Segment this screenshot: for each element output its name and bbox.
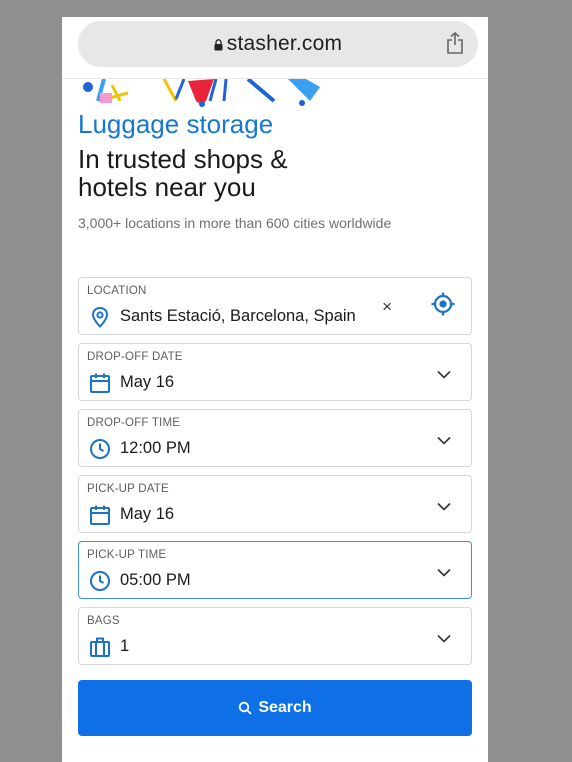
chevron-down-icon	[437, 630, 451, 648]
briefcase-icon	[89, 636, 111, 658]
pickup-date-field[interactable]: PICK-UP DATE May 16	[78, 475, 472, 533]
pickup-date-value: May 16	[120, 505, 175, 523]
bags-value: 1	[120, 637, 130, 655]
headline-line-2: hotels near you	[78, 172, 256, 202]
dropoff-time-value: 12:00 PM	[120, 439, 191, 457]
search-button-label: Search	[258, 699, 312, 716]
clock-icon	[89, 438, 111, 460]
search-icon	[238, 701, 252, 715]
pickup-time-label: PICK-UP TIME	[87, 549, 167, 561]
brand-title: Luggage storage	[78, 109, 274, 139]
clock-icon	[89, 570, 111, 592]
phone-viewport: stasher.com Luggage storage In trusted s…	[62, 17, 488, 762]
crosshair-icon	[430, 291, 456, 322]
url-display[interactable]: stasher.com	[78, 21, 478, 67]
pickup-time-value: 05:00 PM	[120, 571, 191, 589]
search-button[interactable]: Search	[78, 680, 472, 736]
location-field[interactable]: LOCATION Sants Estació, Barcelona, Spain…	[78, 277, 415, 335]
headline-line-1: In trusted shops &	[78, 144, 288, 174]
dropoff-date-label: DROP-OFF DATE	[87, 351, 183, 363]
calendar-icon	[89, 372, 111, 394]
calendar-icon	[89, 504, 111, 526]
bags-label: BAGS	[87, 615, 120, 627]
chevron-down-icon	[437, 366, 451, 384]
location-label: LOCATION	[87, 285, 147, 297]
chevron-down-icon	[437, 498, 451, 516]
dropoff-time-label: DROP-OFF TIME	[87, 417, 181, 429]
travel-illustration	[83, 79, 320, 107]
share-icon[interactable]	[446, 31, 464, 59]
location-value: Sants Estació, Barcelona, Spain	[120, 307, 356, 325]
page-headline: In trusted shops & hotels near you	[78, 145, 398, 201]
dropoff-time-field[interactable]: DROP-OFF TIME 12:00 PM	[78, 409, 472, 467]
map-pin-icon	[89, 306, 111, 328]
dropoff-date-field[interactable]: DROP-OFF DATE May 16	[78, 343, 472, 401]
pickup-date-label: PICK-UP DATE	[87, 483, 169, 495]
address-bar[interactable]: stasher.com	[78, 21, 478, 67]
locations-subline: 3,000+ locations in more than 600 cities…	[78, 215, 392, 231]
url-text: stasher.com	[226, 32, 343, 55]
bags-field[interactable]: BAGS 1	[78, 607, 472, 665]
use-my-location-button[interactable]	[414, 277, 472, 335]
chevron-down-icon	[437, 564, 451, 582]
clear-location-button[interactable]: ×	[382, 298, 392, 316]
pickup-time-field[interactable]: PICK-UP TIME 05:00 PM	[78, 541, 472, 599]
lock-icon	[214, 39, 223, 51]
dropoff-date-value: May 16	[120, 373, 175, 391]
chevron-down-icon	[437, 432, 451, 450]
